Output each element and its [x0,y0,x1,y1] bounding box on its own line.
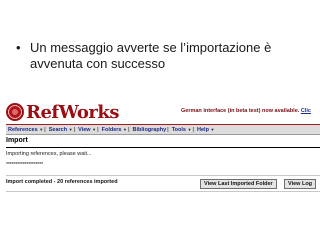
menu-bibliography[interactable]: Bibliography [131,127,167,133]
status-importing: Importing references, please wait... [6,151,92,157]
status-completed: Import completed - 20 references importe… [6,179,118,185]
view-log-button[interactable]: View Log [284,179,317,189]
menu-tools[interactable]: Tools ▼ [170,127,192,133]
beta-banner-link[interactable]: Clic [301,108,311,114]
page-title: Import [6,137,28,144]
bullet-dot: • [16,40,21,55]
bullet-text: Un messaggio avverte se l’importazione è… [30,40,272,71]
menu-folders[interactable]: Folders ▼ [100,127,127,133]
main-menu-bar: References ▼ | Search ▼ | View ▼ | Folde… [6,125,320,135]
beta-banner-text: German interface (in beta test) now avai… [181,108,300,114]
refworks-logo-text: RefWorks [26,101,120,123]
refworks-logo-icon [6,103,24,121]
chevron-down-icon: ▼ [210,126,215,132]
menu-references[interactable]: References ▼ [6,127,43,133]
beta-banner: German interface (in beta test) now avai… [181,108,320,114]
view-last-imported-folder-button[interactable]: View Last Imported Folder [200,179,277,189]
refworks-screenshot: RefWorks German interface (in beta test)… [0,96,320,240]
slide-bullet: • Un messaggio avverte se l’importazione… [16,40,312,72]
footer-divider [6,191,320,192]
title-divider [6,147,320,148]
refworks-logo: RefWorks [6,101,120,123]
menu-help[interactable]: Help ▼ [195,127,214,133]
menu-view[interactable]: View ▼ [76,127,96,133]
progress-stars: ******************** [6,162,43,168]
status-divider [6,175,320,176]
menu-search[interactable]: Search ▼ [47,127,73,133]
